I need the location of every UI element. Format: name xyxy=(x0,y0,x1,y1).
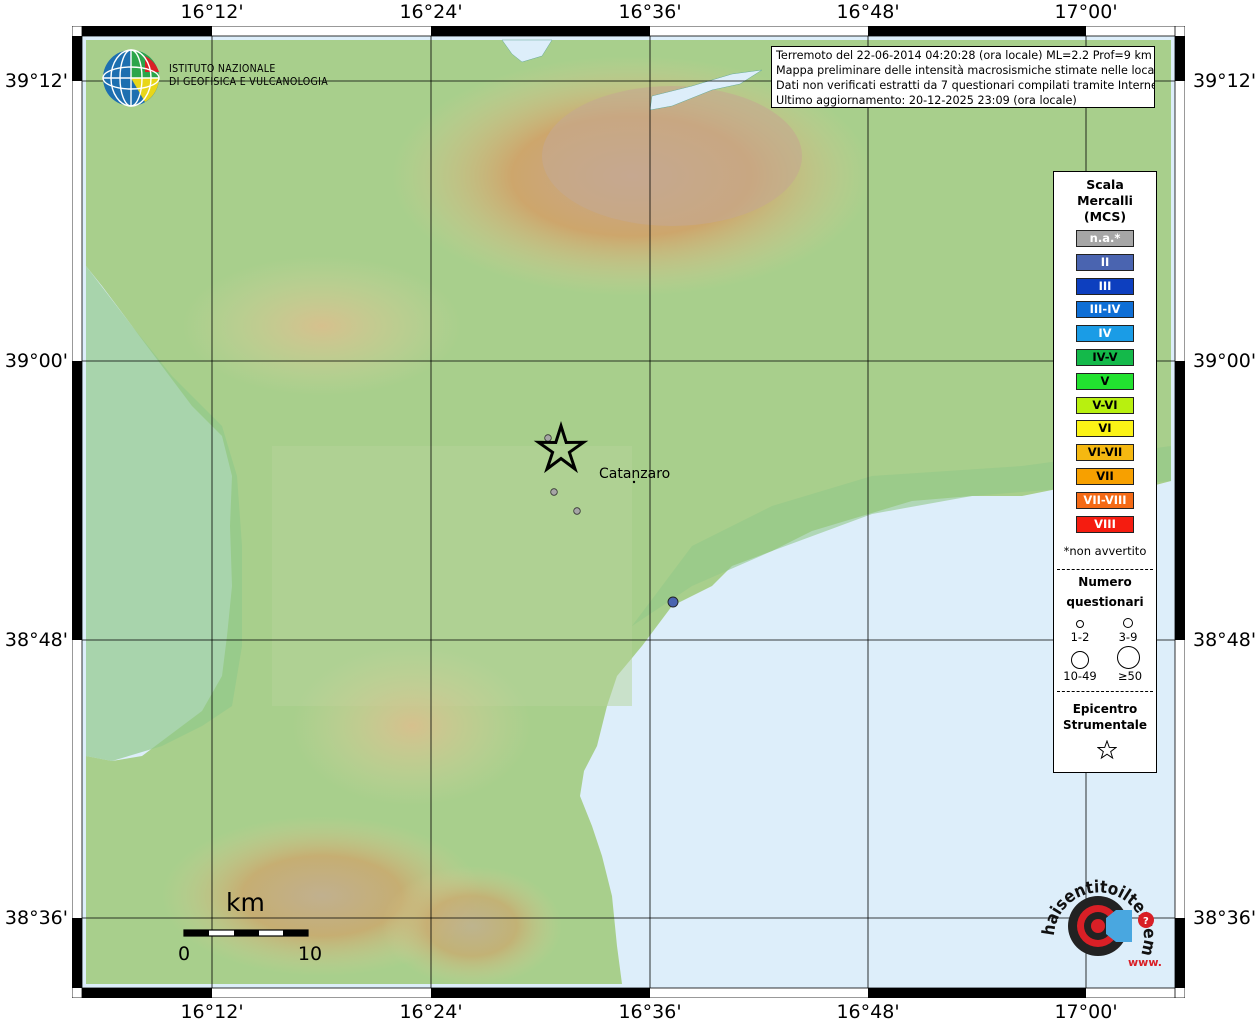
size-label: 3-9 xyxy=(1118,630,1138,644)
legend-note: *non avvertito xyxy=(1063,544,1147,558)
scale-start: 0 xyxy=(177,943,191,965)
ingv-name: ISTITUTO NAZIONALE DI GEOFISICA E VULCAN… xyxy=(169,63,328,89)
ingv-globe-icon xyxy=(102,49,160,107)
lat-label-right: 39°00' xyxy=(1193,350,1257,372)
scale-bar xyxy=(183,929,309,937)
info-line: Mappa preliminare delle intensità macros… xyxy=(776,64,1155,77)
sila-peak xyxy=(542,86,802,226)
lat-label-right: 39°12' xyxy=(1193,70,1257,92)
epicenter-star-icon xyxy=(1097,740,1117,760)
size-circle-50 xyxy=(1117,646,1140,669)
ingv-line1: ISTITUTO NAZIONALE xyxy=(169,63,276,75)
hsit-logo-icon: haisentitoilterremoto.it ? www. xyxy=(1040,866,1162,969)
svg-text:?: ? xyxy=(1143,916,1149,927)
map-frame xyxy=(71,25,1186,999)
lat-label-left: 38°48' xyxy=(4,629,68,651)
legend-item: VI xyxy=(1076,420,1134,438)
legend-item: VII-VIII xyxy=(1076,491,1134,509)
lon-label-top: 16°36' xyxy=(618,1,682,23)
info-line: Ultimo aggiornamento: 20-12-2025 23:09 (… xyxy=(776,94,1077,107)
lon-label-top: 16°48' xyxy=(836,1,900,23)
lon-label-bottom: 16°12' xyxy=(180,1001,244,1023)
lon-label-bottom: 17°00' xyxy=(1054,1001,1118,1023)
lat-label-left: 39°00' xyxy=(4,350,68,372)
legend-separator xyxy=(1057,569,1153,570)
info-line: Dati non verificati estratti da 7 questi… xyxy=(776,79,1155,92)
size-circle-3-9 xyxy=(1123,618,1133,628)
legend-item: II xyxy=(1076,253,1134,271)
lon-label-top: 16°24' xyxy=(399,1,463,23)
info-line: Terremoto del 22-06-2014 04:20:28 (ora l… xyxy=(776,49,1152,62)
city-label: Catanzaro xyxy=(599,466,671,482)
hills-west xyxy=(182,256,462,396)
scale-unit: km xyxy=(226,888,265,917)
lon-label-bottom: 16°48' xyxy=(836,1001,900,1023)
legend-item: III-IV xyxy=(1076,301,1134,319)
legend-item: n.a.* xyxy=(1076,230,1134,247)
legend-item: VII xyxy=(1076,468,1134,485)
svg-text:www.: www. xyxy=(1128,956,1162,969)
obs-point[interactable] xyxy=(550,488,558,496)
legend-item: IV-V xyxy=(1076,349,1134,366)
obs-point[interactable] xyxy=(573,507,581,515)
legend-title: Scala Mercalli (MCS) xyxy=(1077,177,1133,224)
lon-label-bottom: 16°24' xyxy=(399,1001,463,1023)
obs-point[interactable] xyxy=(544,434,552,442)
info-box: Terremoto del 22-06-2014 04:20:28 (ora l… xyxy=(771,46,1155,108)
legend-epicenter-title: Epicentro Strumentale xyxy=(1062,702,1148,732)
size-circle-10-49 xyxy=(1071,651,1089,669)
lon-label-top: 16°12' xyxy=(180,1,244,23)
legend-item: III xyxy=(1076,277,1134,295)
legend-item: V xyxy=(1076,372,1134,390)
size-circle-1-2 xyxy=(1076,620,1084,628)
legend-item: VI-VII xyxy=(1076,444,1134,462)
legend-item: VIII xyxy=(1076,515,1134,533)
scale-end: 10 xyxy=(297,943,323,965)
size-label: 10-49 xyxy=(1063,669,1097,683)
size-label: 1-2 xyxy=(1070,630,1090,644)
size-label: ≥50 xyxy=(1117,669,1143,683)
lat-label-right: 38°48' xyxy=(1193,629,1257,651)
lat-label-left: 39°12' xyxy=(4,70,68,92)
serre-peak xyxy=(382,866,562,986)
lon-label-top: 17°00' xyxy=(1054,1,1118,23)
ingv-line2: DI GEOFISICA E VULCANOLOGIA xyxy=(169,76,328,88)
terrain-map[interactable] xyxy=(71,25,1186,999)
legend-item: V-VI xyxy=(1076,396,1134,414)
legend: Scala Mercalli (MCS) *non avvertito Nume… xyxy=(1053,171,1157,773)
lat-label-right: 38°36' xyxy=(1193,907,1257,929)
obs-point-intensity-ii[interactable] xyxy=(667,596,679,608)
legend-item: IV xyxy=(1076,325,1134,343)
legend-count-title: Numero questionari xyxy=(1066,575,1144,609)
legend-separator xyxy=(1057,691,1153,692)
lat-label-left: 38°36' xyxy=(4,907,68,929)
lon-label-bottom: 16°36' xyxy=(618,1001,682,1023)
hills-south xyxy=(292,646,532,806)
